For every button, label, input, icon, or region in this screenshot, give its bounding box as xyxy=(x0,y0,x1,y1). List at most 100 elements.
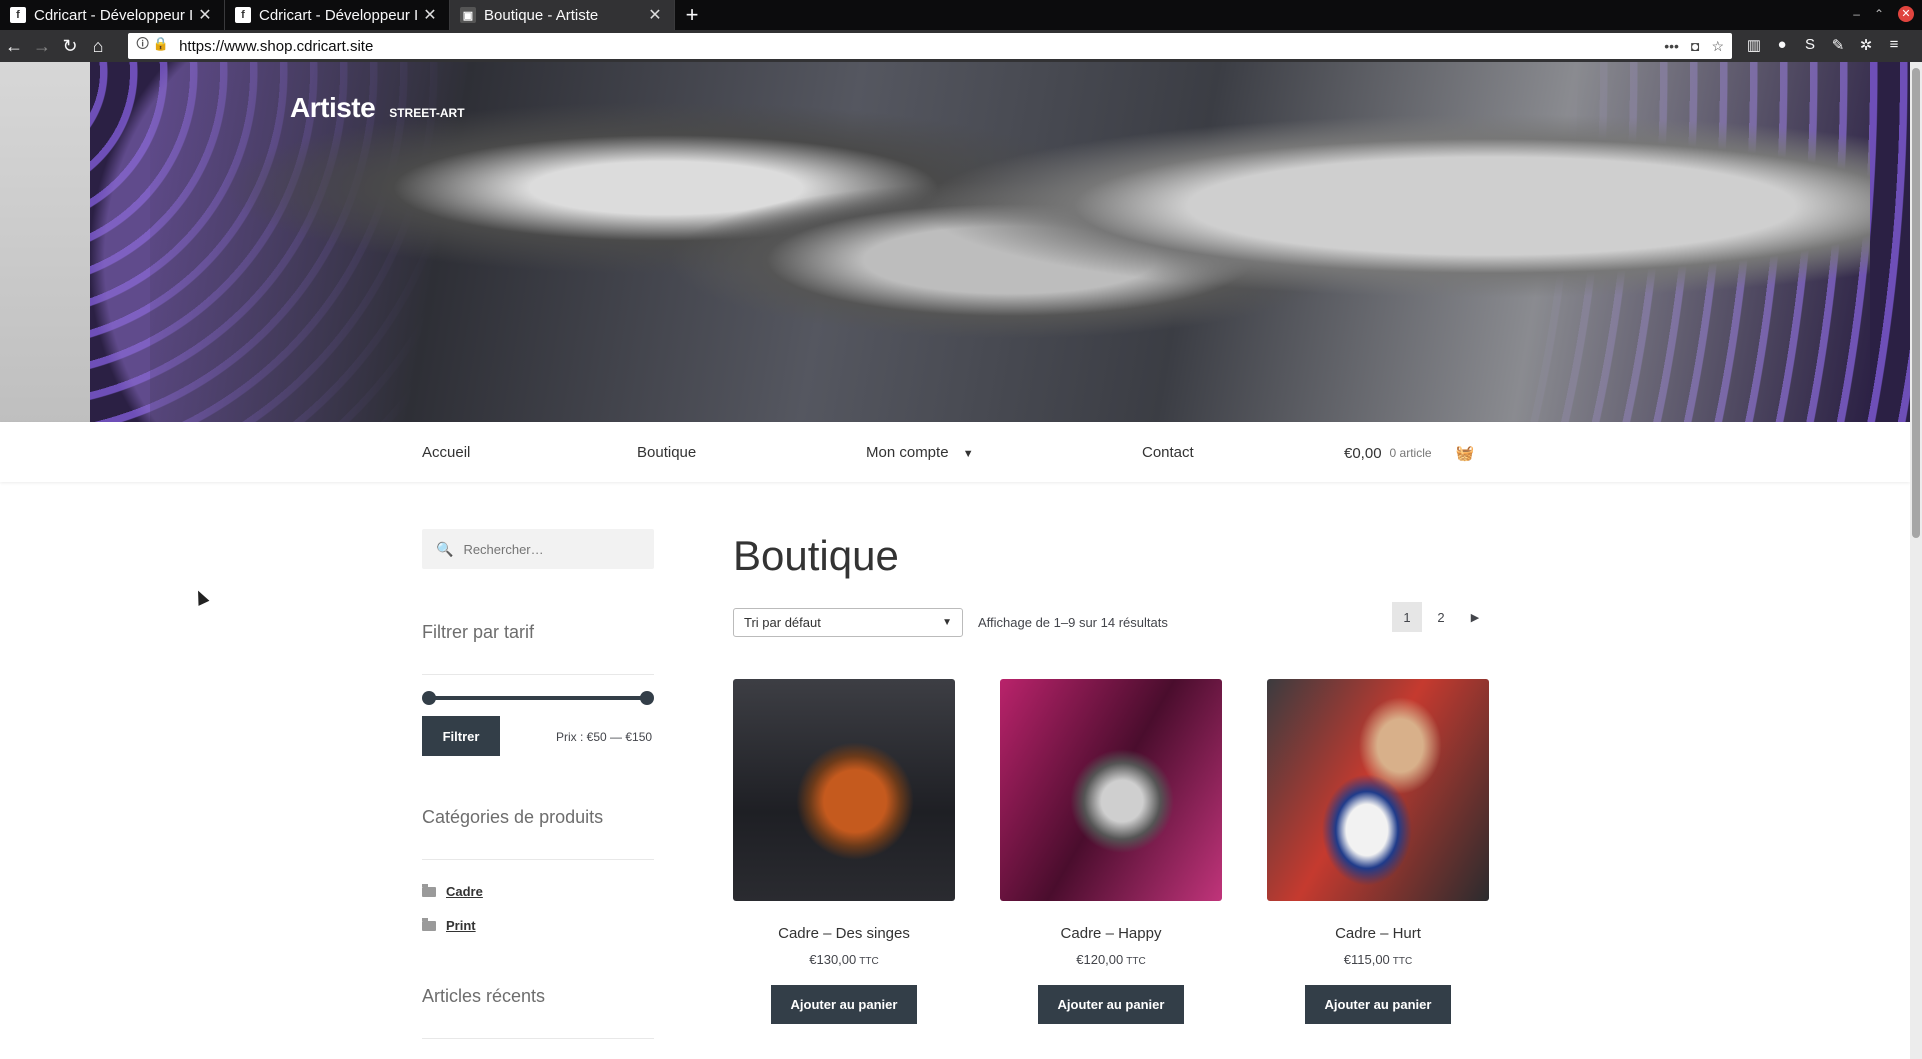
window-controls: – ⌃ ✕ xyxy=(1853,6,1914,22)
extension-gear-icon[interactable]: ✲ xyxy=(1858,36,1874,54)
back-icon[interactable]: ← xyxy=(0,36,28,57)
product-image[interactable] xyxy=(733,679,955,901)
tax-label: TTC xyxy=(859,956,879,967)
site-favicon-icon: f xyxy=(235,7,251,23)
folder-icon xyxy=(422,917,436,931)
category-item[interactable]: Cadre xyxy=(422,883,483,899)
filter-button[interactable]: Filtrer xyxy=(422,716,500,756)
category-link[interactable]: Print xyxy=(446,918,476,933)
page-actions-icon[interactable]: ••• xyxy=(1664,38,1679,55)
reload-icon[interactable]: ↻ xyxy=(56,36,84,57)
basket-icon: 🧺 xyxy=(1455,445,1475,462)
extension-s-icon[interactable]: S xyxy=(1802,36,1818,54)
lock-icon: 🛈 🔒 xyxy=(136,36,170,51)
page-number-current: 1 xyxy=(1392,602,1422,632)
price-amount: €120,00 xyxy=(1076,952,1124,967)
product-image[interactable] xyxy=(1000,679,1222,901)
divider xyxy=(422,674,654,675)
search-icon: 🔍 xyxy=(436,540,454,557)
close-tab-icon[interactable]: ✕ xyxy=(646,5,664,25)
window-close-icon[interactable]: ✕ xyxy=(1898,6,1914,22)
product-name[interactable]: Cadre – Happy xyxy=(1000,925,1222,942)
close-tab-icon[interactable]: ✕ xyxy=(196,5,214,25)
page-number-link[interactable]: 2 xyxy=(1426,602,1456,632)
web-page: Artiste STREET-ART Accueil Boutique Mon … xyxy=(0,62,1910,1059)
price-filter-title: Filtrer par tarif xyxy=(422,622,535,642)
site-favicon-icon: ▣ xyxy=(460,7,476,23)
slider-min-handle[interactable] xyxy=(422,691,436,705)
product-name[interactable]: Cadre – Des singes xyxy=(733,925,955,942)
header-cart[interactable]: €0,00 0 article 🧺 xyxy=(1344,444,1475,463)
product-price: €130,00 TTC xyxy=(733,952,955,967)
extension-pen-icon[interactable]: ✎ xyxy=(1830,36,1846,54)
sort-select[interactable]: Tri par défaut ▼ xyxy=(733,608,963,637)
home-icon[interactable]: ⌂ xyxy=(84,36,112,57)
address-bar[interactable]: 🛈 🔒 https://www.shop.cdricart.site ••• ◘… xyxy=(128,33,1732,59)
pagination: 1 2 ▶ xyxy=(1392,602,1490,632)
bookmark-star-icon[interactable]: ☆ xyxy=(1711,38,1724,55)
product-card: Cadre – Des singes €130,00 TTC Ajouter au… xyxy=(733,679,955,1024)
address-bar-actions: ••• ◘ ☆ xyxy=(1664,38,1724,55)
browser-tab-active[interactable]: ▣ Boutique - Artiste ✕ xyxy=(450,0,675,30)
category-item[interactable]: Print xyxy=(422,917,476,933)
add-to-cart-button[interactable]: Ajouter au panier xyxy=(1037,985,1185,1024)
forward-icon[interactable]: → xyxy=(28,36,56,57)
nav-item-contact[interactable]: Contact xyxy=(1142,444,1194,461)
scrollbar-thumb[interactable] xyxy=(1912,68,1920,538)
nav-item-boutique[interactable]: Boutique xyxy=(637,444,696,461)
tab-title: Cdricart - Développeur I xyxy=(34,6,194,24)
site-title[interactable]: Artiste xyxy=(290,92,376,124)
close-tab-icon[interactable]: ✕ xyxy=(421,5,439,25)
divider xyxy=(422,1038,654,1039)
browser-tab[interactable]: f Cdricart - Développeur I ✕ xyxy=(0,0,225,30)
product-image[interactable] xyxy=(1267,679,1489,901)
next-page-icon[interactable]: ▶ xyxy=(1460,602,1490,632)
divider xyxy=(422,859,654,860)
add-to-cart-button[interactable]: Ajouter au panier xyxy=(1304,985,1452,1024)
price-range-slider[interactable] xyxy=(422,691,654,705)
tax-label: TTC xyxy=(1392,956,1413,967)
page-scrollbar[interactable] xyxy=(1910,62,1922,1059)
product-price: €115,00 TTC xyxy=(1267,952,1489,967)
price-range-label: Prix : €50 — €150 xyxy=(556,730,653,744)
cart-total: €0,00 xyxy=(1344,444,1382,462)
add-to-cart-button[interactable]: Ajouter au panier xyxy=(770,985,918,1024)
tax-label: TTC xyxy=(1126,956,1146,967)
browser-tab[interactable]: f Cdricart - Développeur I ✕ xyxy=(225,0,450,30)
new-tab-icon[interactable]: + xyxy=(675,2,709,28)
site-branding: Artiste STREET-ART xyxy=(290,92,465,124)
slider-max-handle[interactable] xyxy=(640,691,654,705)
banner-wall xyxy=(0,62,90,422)
price-amount: €115,00 xyxy=(1343,952,1390,967)
category-link[interactable]: Cadre xyxy=(446,884,483,899)
folder-icon xyxy=(422,883,436,897)
minimize-icon[interactable]: – xyxy=(1853,7,1860,21)
product-price: €120,00 TTC xyxy=(1000,952,1222,967)
pocket-icon[interactable]: ◘ xyxy=(1691,38,1699,55)
recent-posts-title: Articles récents xyxy=(422,986,546,1006)
browser-toolbar: ← → ↻ ⌂ 🛈 🔒 https://www.shop.cdricart.si… xyxy=(0,30,1922,62)
tab-title: Cdricart - Développeur I xyxy=(259,6,419,24)
result-count: Affichage de 1–9 sur 14 résultats xyxy=(978,615,1168,630)
search-box[interactable]: 🔍 xyxy=(422,529,654,569)
search-input[interactable] xyxy=(463,541,634,557)
browser-tab-bar: f Cdricart - Développeur I ✕ f Cdricart … xyxy=(0,0,1922,30)
nav-item-accueil[interactable]: Accueil xyxy=(422,444,470,461)
menu-icon[interactable]: ≡ xyxy=(1886,36,1902,54)
library-icon[interactable]: ▥ xyxy=(1746,36,1762,54)
chevron-down-icon: ▼ xyxy=(962,448,974,460)
product-name[interactable]: Cadre – Hurt xyxy=(1267,925,1489,942)
nav-item-mon-compte[interactable]: Mon compte ▼ xyxy=(866,444,974,461)
categories-title: Catégories de produits xyxy=(422,807,604,827)
maximize-icon[interactable]: ⌃ xyxy=(1874,7,1884,21)
page-title: Boutique xyxy=(733,532,899,579)
product-card: Cadre – Hurt €115,00 TTC Ajouter au panie… xyxy=(1267,679,1489,1024)
primary-navigation: Accueil Boutique Mon compte ▼ Contact €0… xyxy=(0,422,1910,482)
tab-title: Boutique - Artiste xyxy=(484,6,599,24)
url-text: https://www.shop.cdricart.site xyxy=(179,37,374,55)
mouse-cursor-icon xyxy=(192,588,210,606)
account-icon[interactable]: ● xyxy=(1774,36,1790,54)
product-card: Cadre – Happy €120,00 TTC Ajouter au pani… xyxy=(1000,679,1222,1024)
site-tagline: STREET-ART xyxy=(389,106,465,120)
sort-selected-value: Tri par défaut xyxy=(744,615,821,630)
